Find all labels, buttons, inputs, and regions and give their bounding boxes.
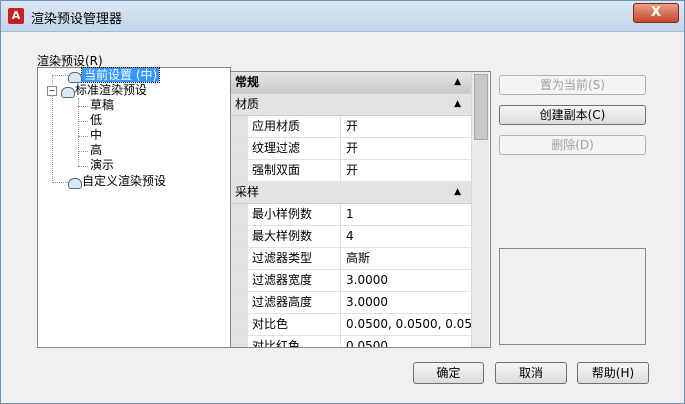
tree-connector-line xyxy=(78,98,79,166)
property-name: 纹理过滤 xyxy=(248,138,341,159)
property-name: 强制双面 xyxy=(248,160,341,181)
tree-connector-line xyxy=(52,75,68,76)
tree-item-label: 演示 xyxy=(90,158,115,172)
tree-item-preset-draft[interactable]: 草稿 xyxy=(90,98,114,113)
collapse-arrow-icon[interactable]: ▲ xyxy=(454,94,461,115)
tree-item-custom-presets[interactable]: 自定义渲染预设 xyxy=(67,174,166,189)
presets-tree[interactable]: 当前设置 (中) − 标准渲染预设 草稿 低 中 高 演示 自定义渲染预设 xyxy=(37,67,231,348)
property-value[interactable]: 4 xyxy=(341,226,471,247)
dialog-client-area: 渲染预设(R) 当前设置 (中) − 标准渲染预设 草稿 低 中 高 演示 自定… xyxy=(9,33,677,395)
row-gutter xyxy=(231,116,248,137)
tree-connector-line xyxy=(52,182,68,183)
tree-item-label: 低 xyxy=(90,113,103,127)
tree-item-label: 当前设置 (中) xyxy=(80,67,161,83)
help-button[interactable]: 帮助(H) xyxy=(577,362,649,384)
collapse-arrow-icon[interactable]: ▲ xyxy=(454,72,461,93)
row-gutter xyxy=(231,204,248,225)
property-name: 最小样例数 xyxy=(248,204,341,225)
property-value[interactable]: 0.0500, 0.0500, 0.05... xyxy=(341,314,471,335)
property-row[interactable]: 应用材质开 xyxy=(231,116,471,138)
category-sampling[interactable]: 采样 ▲ xyxy=(231,182,471,204)
property-row[interactable]: 过滤器宽度 3.0000 xyxy=(231,270,471,292)
property-value[interactable]: 开 xyxy=(341,116,471,137)
property-grid-content: 常规 ▲ 材质 ▲ 应用材质开 纹理过滤开 强制双面开 采样 ▲ 最小样例数 1 … xyxy=(231,72,471,347)
tree-item-label: 中 xyxy=(90,128,103,142)
render-settings-property-grid[interactable]: 常规 ▲ 材质 ▲ 应用材质开 纹理过滤开 强制双面开 采样 ▲ 最小样例数 1 … xyxy=(230,71,491,348)
category-materials[interactable]: 材质 ▲ xyxy=(231,94,471,116)
property-name: 过滤器类型 xyxy=(248,248,341,269)
close-button[interactable]: X xyxy=(633,3,679,23)
tree-item-current-settings[interactable]: 当前设置 (中) xyxy=(67,67,161,83)
tree-connector-line xyxy=(78,121,88,122)
collapse-arrow-icon[interactable]: ▲ xyxy=(454,182,461,203)
tree-connector-line xyxy=(78,166,88,167)
tree-item-preset-low[interactable]: 低 xyxy=(90,113,102,128)
ok-button[interactable]: 确定 xyxy=(413,362,484,384)
window-title: 渲染预设管理器 xyxy=(31,12,123,27)
tree-item-preset-presentation[interactable]: 演示 xyxy=(90,158,114,173)
property-row[interactable]: 最小样例数 1 xyxy=(231,204,471,226)
row-gutter xyxy=(231,292,248,313)
property-row[interactable]: 过滤器高度 3.0000 xyxy=(231,292,471,314)
category-label: 采样 xyxy=(235,185,260,199)
scrollbar-thumb[interactable] xyxy=(474,74,488,140)
teapot-icon xyxy=(67,70,82,83)
property-row[interactable]: 最大样例数 4 xyxy=(231,226,471,248)
row-gutter xyxy=(231,138,248,159)
tree-connector-line xyxy=(78,151,88,152)
property-row[interactable]: 强制双面开 xyxy=(231,160,471,182)
tree-item-label: 标准渲染预设 xyxy=(75,83,148,97)
tree-item-label: 自定义渲染预设 xyxy=(82,174,167,188)
row-gutter xyxy=(231,160,248,181)
category-label: 材质 xyxy=(235,97,260,111)
property-grid-scrollbar[interactable] xyxy=(471,72,489,347)
row-gutter xyxy=(231,270,248,291)
row-gutter xyxy=(231,314,248,335)
render-presets-manager-dialog: A 渲染预设管理器 X 渲染预设(R) 当前设置 (中) − 标准渲染预设 草稿 xyxy=(0,0,685,404)
property-name: 过滤器宽度 xyxy=(248,270,341,291)
tree-item-label: 高 xyxy=(90,143,103,157)
row-gutter xyxy=(231,336,248,347)
property-value[interactable]: 开 xyxy=(341,160,471,181)
preset-preview-thumbnail xyxy=(499,248,646,345)
property-row[interactable]: 对比色 0.0500, 0.0500, 0.05... xyxy=(231,314,471,336)
property-name: 最大样例数 xyxy=(248,226,341,247)
autocad-app-icon: A xyxy=(8,8,24,24)
delete-button[interactable]: 删除(D) xyxy=(499,135,646,155)
tree-item-label: 草稿 xyxy=(90,98,115,112)
tree-item-standard-presets[interactable]: 标准渲染预设 xyxy=(60,83,147,98)
teapot-icon xyxy=(67,176,82,189)
tree-item-preset-medium[interactable]: 中 xyxy=(90,128,102,143)
property-row[interactable]: 纹理过滤开 xyxy=(231,138,471,160)
category-label: 常规 xyxy=(235,75,260,89)
property-name: 对比红色 xyxy=(248,336,341,347)
property-value[interactable]: 3.0000 xyxy=(341,292,471,313)
property-name: 对比色 xyxy=(248,314,341,335)
tree-connector-line xyxy=(78,106,88,107)
property-value[interactable]: 0.0500 xyxy=(341,336,471,347)
property-name: 应用材质 xyxy=(248,116,341,137)
collapse-toggle-icon[interactable]: − xyxy=(47,86,57,96)
property-row[interactable]: 对比红色 0.0500 xyxy=(231,336,471,347)
tree-item-preset-high[interactable]: 高 xyxy=(90,143,102,158)
set-current-button[interactable]: 置为当前(S) xyxy=(499,75,646,95)
property-name: 过滤器高度 xyxy=(248,292,341,313)
row-gutter xyxy=(231,226,248,247)
property-row[interactable]: 过滤器类型 高斯 xyxy=(231,248,471,270)
cancel-button[interactable]: 取消 xyxy=(495,362,567,384)
teapot-icon xyxy=(60,85,75,98)
category-general[interactable]: 常规 ▲ xyxy=(231,72,471,94)
property-value[interactable]: 1 xyxy=(341,204,471,225)
property-value[interactable]: 3.0000 xyxy=(341,270,471,291)
row-gutter xyxy=(231,248,248,269)
property-value[interactable]: 开 xyxy=(341,138,471,159)
title-bar[interactable]: A 渲染预设管理器 X xyxy=(1,1,684,32)
tree-connector-line xyxy=(78,136,88,137)
create-copy-button[interactable]: 创建副本(C) xyxy=(499,105,646,125)
property-value[interactable]: 高斯 xyxy=(341,248,471,269)
